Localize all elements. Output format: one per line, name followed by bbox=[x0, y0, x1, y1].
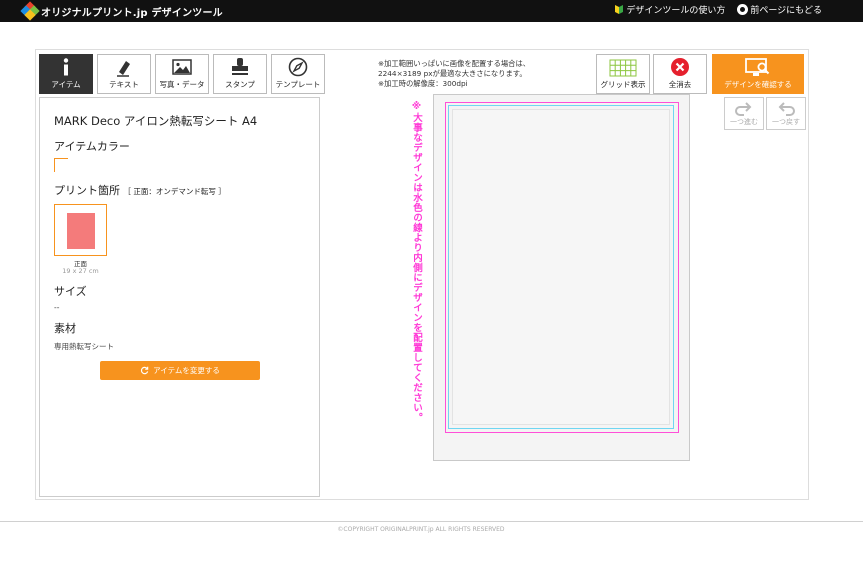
redo-arrow-icon bbox=[735, 101, 752, 116]
item-panel: MARK Deco アイロン熱転写シート A4 アイテムカラー プリント箇所 ［… bbox=[39, 97, 320, 497]
notice-line-1: ※加工範囲いっぱいに画像を配置する場合は、 bbox=[378, 59, 531, 68]
back-link-label: 前ページにもどる bbox=[750, 6, 822, 16]
print-position-size: 19 x 27 cm bbox=[62, 267, 99, 275]
tab-template[interactable]: テンプレート bbox=[271, 54, 325, 94]
size-value: -- bbox=[54, 303, 60, 312]
redo-label: 一つ進む bbox=[730, 117, 758, 126]
tool-tabs: アイテム テキスト 写真・データ スタンプ テンプレート bbox=[39, 54, 325, 94]
undo-arrow-icon bbox=[778, 101, 795, 116]
canvas-inner-area bbox=[452, 109, 670, 425]
print-area-preview bbox=[67, 213, 95, 249]
image-icon bbox=[171, 56, 193, 78]
pen-icon bbox=[113, 56, 135, 78]
notice-line-2: 2244×3189 pxが最適な大きさになります。 bbox=[378, 69, 527, 78]
print-location-heading: プリント箇所 ［ 正面：オンデマンド転写 ］ bbox=[54, 182, 226, 198]
item-color-swatch[interactable] bbox=[54, 158, 68, 172]
clear-all-label: 全消去 bbox=[668, 80, 692, 89]
redo-button[interactable]: 一つ進む bbox=[724, 97, 764, 130]
site-logo[interactable]: オリジナルプリント.jp デザインツール bbox=[20, 1, 223, 21]
howto-link-label: デザインツールの使い方 bbox=[626, 6, 726, 16]
safe-area-note: ※大事なデザインは水色の線より内側にデザインを配置してください。 bbox=[411, 101, 422, 423]
tab-photo-data-label: 写真・データ bbox=[159, 80, 205, 89]
logo-mark-icon bbox=[20, 1, 40, 21]
tab-item[interactable]: アイテム bbox=[39, 54, 93, 94]
clear-all-button[interactable]: 全消去 bbox=[653, 54, 707, 94]
tab-item-label: アイテム bbox=[51, 80, 81, 89]
beginner-leaf-icon bbox=[615, 5, 624, 14]
print-location-sub: ［ 正面：オンデマンド転写 ］ bbox=[123, 187, 226, 196]
item-color-label: アイテムカラー bbox=[54, 140, 130, 153]
stamp-icon bbox=[229, 56, 251, 78]
tab-template-label: テンプレート bbox=[275, 80, 321, 89]
confirm-design-button[interactable]: デザインを確認する bbox=[712, 54, 804, 94]
material-value: 専用熱転写シート bbox=[54, 342, 114, 351]
confirm-design-label: デザインを確認する bbox=[724, 80, 792, 89]
top-bar: オリジナルプリント.jp デザインツール デザインツールの使い方 前ページにもど… bbox=[0, 0, 863, 22]
grid-icon bbox=[609, 59, 637, 77]
tab-text-label: テキスト bbox=[109, 80, 139, 89]
refresh-icon bbox=[141, 366, 149, 375]
back-link[interactable]: 前ページにもどる bbox=[737, 3, 822, 16]
grid-toggle-label: グリッド表示 bbox=[600, 80, 646, 89]
tab-text[interactable]: テキスト bbox=[97, 54, 151, 94]
back-circle-icon bbox=[737, 4, 749, 15]
undo-button[interactable]: 一つ戻す bbox=[766, 97, 806, 130]
close-circle-icon bbox=[671, 58, 689, 76]
info-icon bbox=[55, 56, 77, 78]
grid-toggle-button[interactable]: グリッド表示 bbox=[596, 54, 650, 94]
material-label: 素材 bbox=[54, 322, 76, 335]
change-item-label: アイテムを変更する bbox=[153, 366, 220, 375]
tab-stamp[interactable]: スタンプ bbox=[213, 54, 267, 94]
undo-label: 一つ戻す bbox=[772, 117, 800, 126]
logo-text: オリジナルプリント.jp デザインツール bbox=[41, 7, 223, 19]
print-position-front[interactable] bbox=[54, 204, 107, 256]
change-item-button[interactable]: アイテムを変更する bbox=[100, 361, 260, 380]
print-location-label: プリント箇所 bbox=[54, 184, 120, 197]
howto-link[interactable]: デザインツールの使い方 bbox=[614, 3, 725, 16]
item-name: MARK Deco アイロン熱転写シート A4 bbox=[54, 114, 258, 128]
compass-icon bbox=[287, 56, 309, 78]
resolution-notice: ※加工範囲いっぱいに画像を配置する場合は、 2244×3189 pxが最適な大き… bbox=[378, 59, 530, 89]
notice-line-3: ※加工時の解像度：300dpi bbox=[378, 79, 468, 88]
footer-divider bbox=[0, 521, 863, 522]
tab-photo-data[interactable]: 写真・データ bbox=[155, 54, 209, 94]
monitor-search-icon bbox=[745, 58, 770, 76]
size-label: サイズ bbox=[54, 285, 87, 298]
tab-stamp-label: スタンプ bbox=[225, 80, 255, 89]
copyright-text: ©COPYRIGHT ORIGINALPRINT.jp ALL RIGHTS R… bbox=[337, 526, 505, 533]
